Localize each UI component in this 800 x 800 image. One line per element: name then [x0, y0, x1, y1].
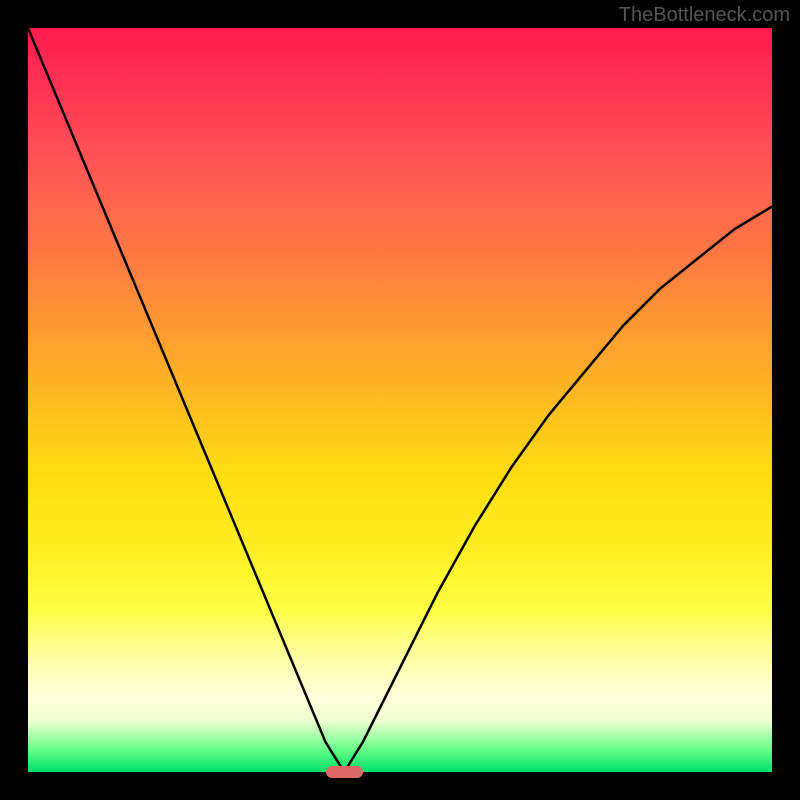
watermark-text: TheBottleneck.com	[619, 4, 790, 27]
plot-area	[28, 28, 772, 772]
curve-layer	[28, 28, 772, 772]
bottleneck-curve	[28, 28, 772, 772]
optimum-marker	[326, 766, 363, 777]
